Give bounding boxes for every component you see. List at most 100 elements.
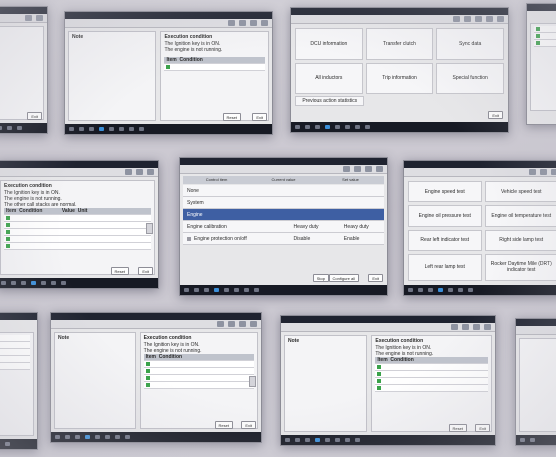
status-bar — [51, 313, 261, 320]
note-title: Note — [288, 338, 300, 344]
taskbar — [404, 285, 556, 295]
test-menu-grid: Engine speed test Vehicle speed test Eng… — [408, 181, 556, 281]
test-item[interactable]: Rear left indicator test — [408, 229, 482, 251]
test-item[interactable]: Left rear lamp test — [408, 253, 482, 281]
check-icon — [536, 33, 540, 38]
table-row[interactable] — [375, 371, 488, 378]
table-row[interactable] — [143, 368, 254, 375]
table-row[interactable] — [375, 364, 488, 371]
list-item[interactable] — [0, 356, 30, 363]
taskbar — [51, 432, 261, 442]
list-item[interactable] — [0, 349, 30, 356]
content-pane — [0, 332, 34, 436]
exit-button[interactable]: Exit — [475, 424, 490, 432]
reset-button[interactable]: Reset — [222, 113, 241, 121]
status-bar — [516, 319, 556, 326]
test-item[interactable]: Engine oil pressure test — [408, 205, 482, 227]
menu-item[interactable]: All inductors — [295, 62, 363, 94]
execution-title: Execution condition — [4, 183, 52, 189]
test-item[interactable]: Rocker Daytime Mile (DRT) indicator test — [484, 253, 556, 281]
setting-row[interactable]: Engine calibration Heavy duty Heavy duty — [183, 221, 384, 233]
menu-item[interactable]: Sync data — [436, 28, 504, 60]
exit-button[interactable]: Exit — [27, 112, 42, 120]
taskbar — [65, 124, 272, 134]
list-item[interactable] — [0, 335, 30, 342]
taskbar — [0, 123, 47, 133]
screenshot-top-left: Exit — [0, 6, 48, 134]
exit-button[interactable]: Exit — [488, 111, 503, 119]
note-title: Note — [58, 335, 70, 341]
check-icon — [377, 378, 382, 383]
table-row[interactable] — [4, 229, 151, 236]
status-bar — [0, 161, 158, 168]
toolbar — [65, 19, 272, 28]
test-item[interactable]: Engine speed test — [408, 181, 482, 203]
exit-button[interactable]: Exit — [252, 113, 267, 121]
check-icon — [187, 236, 191, 241]
scroll-right-arrow[interactable] — [249, 375, 256, 387]
list-item[interactable] — [534, 33, 556, 40]
check-icon — [145, 375, 150, 380]
menu-item[interactable]: DCU information — [295, 28, 363, 60]
exit-button[interactable]: Exit — [368, 274, 383, 282]
table-row[interactable] — [4, 236, 151, 243]
check-icon — [6, 222, 10, 227]
column-header: Control item Current value Set value — [183, 176, 384, 184]
option-system[interactable]: System — [183, 197, 384, 209]
option-engine[interactable]: Engine — [183, 209, 384, 221]
main-area: Note Execution condition The Ignition ke… — [54, 332, 258, 429]
table-row[interactable] — [143, 375, 254, 382]
scroll-right-arrow[interactable] — [146, 222, 153, 234]
setting-row[interactable]: Engine protection on/off Disable Enable — [183, 233, 384, 245]
status-bar — [0, 313, 37, 320]
reset-button[interactable]: Reset — [110, 267, 129, 275]
reset-button[interactable]: Reset — [448, 424, 467, 432]
taskbar — [281, 435, 495, 445]
screenshot-settings-center: Control item Current value Set value Non… — [179, 157, 388, 296]
table-row[interactable] — [375, 378, 488, 385]
stop-button[interactable]: Stop — [312, 274, 329, 282]
column-current-value: Current value — [271, 177, 296, 182]
menu-item[interactable]: Previous action statistics — [295, 96, 365, 106]
toolbar — [291, 15, 508, 24]
status-bar — [180, 158, 387, 165]
content-pane — [519, 338, 556, 432]
menu-item[interactable]: Transfer clutch — [365, 28, 434, 60]
option-none[interactable]: None — [183, 185, 384, 197]
exit-button[interactable]: Exit — [138, 267, 153, 275]
test-item[interactable]: Vehicle speed test — [484, 181, 556, 203]
menu-item[interactable]: Special function — [436, 62, 504, 94]
check-icon — [536, 40, 540, 45]
check-icon — [6, 236, 10, 241]
status-bar — [65, 12, 272, 19]
menu-item[interactable]: Trip information — [365, 62, 434, 94]
condition-line: The engine is not running. — [164, 47, 223, 53]
table-row[interactable] — [4, 215, 151, 222]
configure-all-button[interactable]: Configure all — [328, 274, 359, 282]
status-bar — [291, 8, 508, 15]
option-list: None System Engine Engine calibration He… — [183, 185, 384, 245]
test-item[interactable]: Right side lamp test — [484, 229, 556, 251]
table-row[interactable] — [164, 64, 265, 71]
check-icon — [6, 215, 10, 220]
table-header: Item Condition — [164, 57, 265, 64]
status-bar — [404, 161, 556, 168]
reset-button[interactable]: Reset — [214, 421, 233, 429]
toolbar — [180, 165, 387, 174]
table-row[interactable] — [143, 361, 254, 368]
list-item[interactable] — [0, 342, 30, 349]
table-row[interactable] — [143, 382, 254, 389]
status-bar — [527, 4, 556, 11]
test-item[interactable]: Engine oil temperature test — [484, 205, 556, 227]
list-item[interactable] — [534, 26, 556, 33]
taskbar — [0, 278, 158, 288]
table-row[interactable] — [4, 243, 151, 250]
table-row[interactable] — [375, 385, 488, 392]
list-item[interactable] — [0, 363, 30, 370]
list-item[interactable] — [534, 40, 556, 47]
screenshot-menu-top: DCU information Transfer clutch Sync dat… — [290, 7, 509, 133]
table-row[interactable] — [4, 222, 151, 229]
note-pane: Note — [68, 31, 157, 121]
exit-button[interactable]: Exit — [241, 421, 256, 429]
screenshot-test-menu: Engine speed test Vehicle speed test Eng… — [403, 160, 556, 296]
